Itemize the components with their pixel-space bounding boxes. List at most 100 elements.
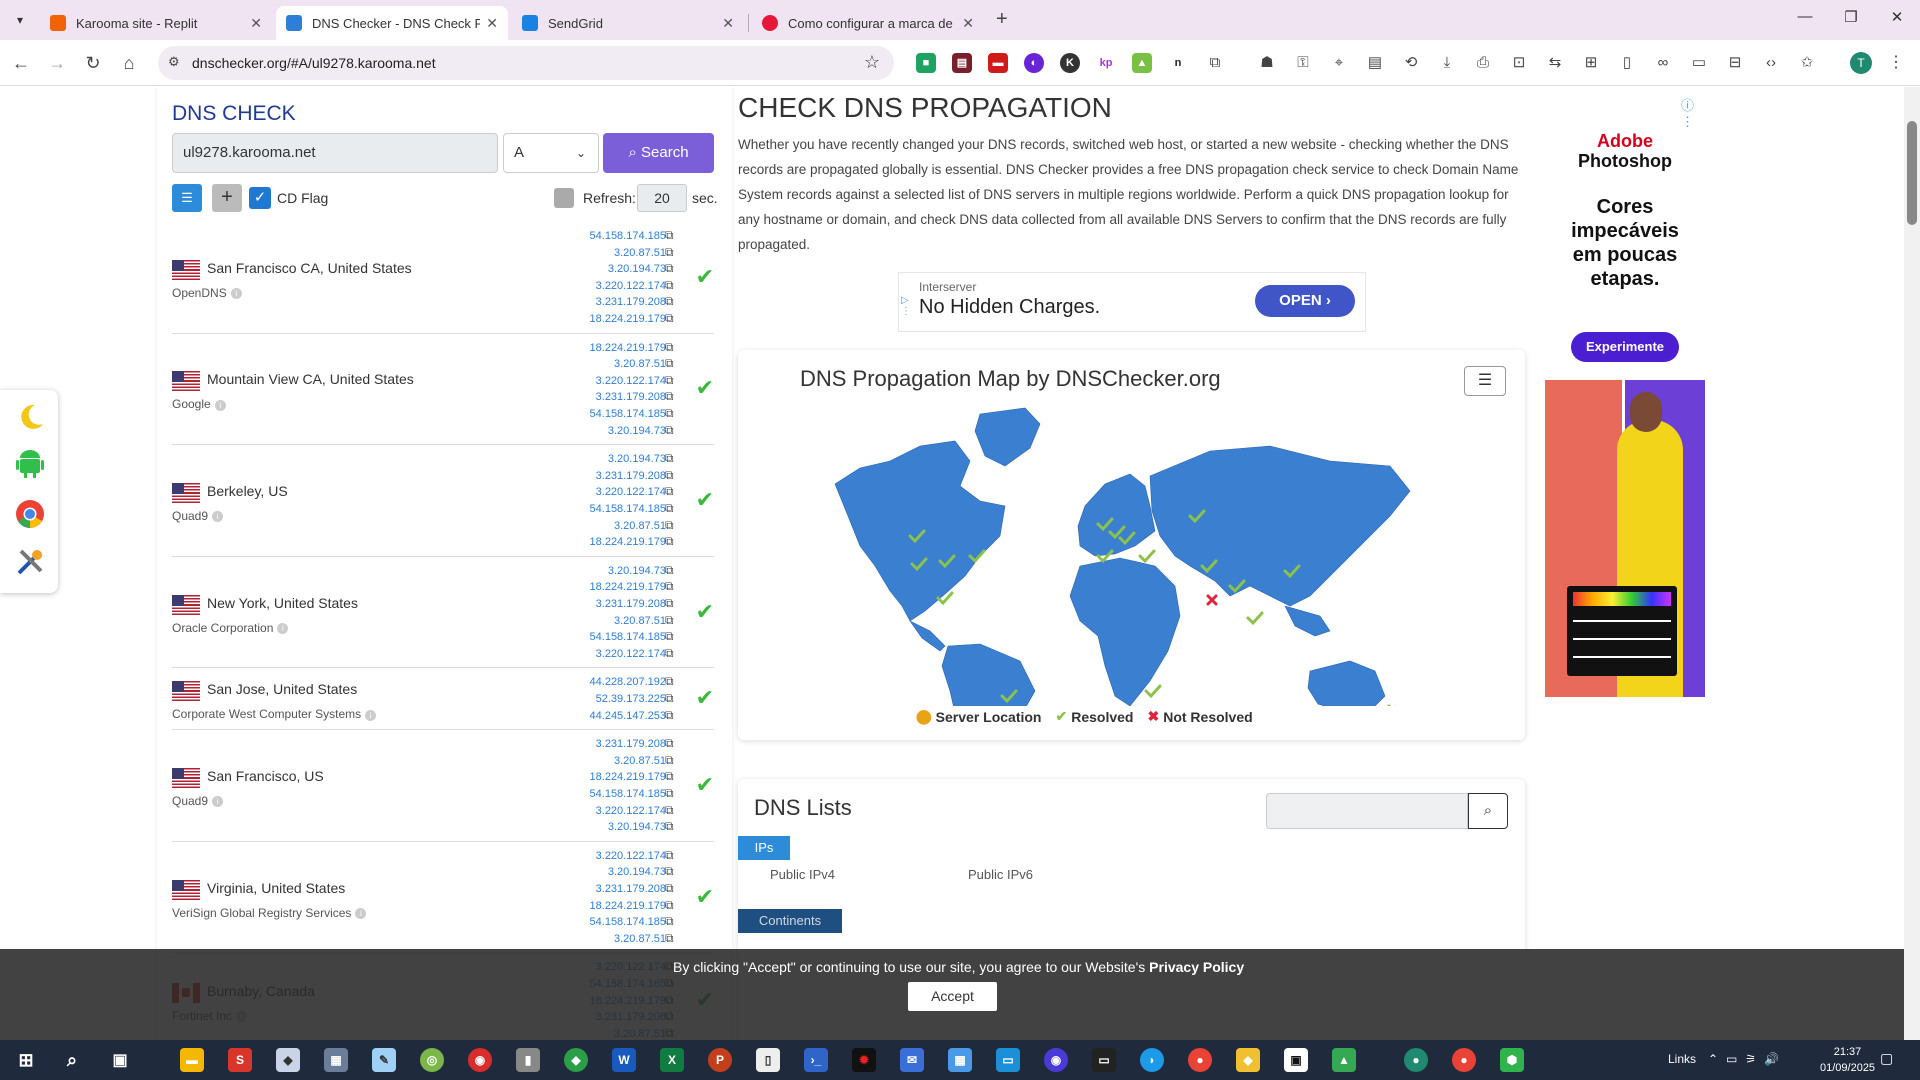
extension-icon-maroon[interactable]: ▤ [952, 53, 972, 73]
forward-button[interactable]: → [44, 50, 70, 76]
ip-address[interactable]: 44.245.147.253 [516, 708, 666, 725]
external-link-icon[interactable]: ⧉ [665, 356, 679, 371]
moon-icon[interactable] [14, 400, 46, 432]
ip-address[interactable]: 3.231.179.208 [516, 468, 666, 485]
tab-replit[interactable]: Karooma site - Replit ✕ [40, 6, 272, 40]
history-icon[interactable]: ⟲ [1400, 52, 1422, 74]
external-link-icon[interactable]: ⧉ [665, 294, 679, 309]
extension-icon-dark[interactable]: K [1060, 53, 1080, 73]
app-icon-green[interactable]: ◎ [420, 1048, 444, 1072]
app-icon-blue-doc[interactable]: ✉ [900, 1048, 924, 1072]
info-icon[interactable]: i [214, 399, 226, 411]
tab-dnschecker[interactable]: DNS Checker - DNS Check Prop ✕ [276, 6, 508, 40]
ip-address[interactable]: 3.231.179.208 [516, 596, 666, 613]
banner-ad[interactable]: ▷ ⋮ Interserver No Hidden Charges. OPEN › [898, 272, 1366, 332]
public-ipv6-option[interactable]: Public IPv6 [968, 867, 1033, 882]
info-icon[interactable]: i [212, 511, 224, 523]
external-link-icon[interactable]: ⧉ [665, 708, 679, 723]
system-tray[interactable]: ⌃▭⚞🔊 [1708, 1052, 1787, 1066]
external-link-icon[interactable]: ⧉ [665, 406, 679, 421]
options-sliders-button[interactable]: ☰ [172, 184, 202, 212]
extension-icon-purple[interactable]: ◐ [1024, 53, 1044, 73]
chrome-active-icon[interactable]: ● [1404, 1048, 1428, 1072]
home-button[interactable]: ⌂ [116, 50, 142, 76]
external-link-icon[interactable]: ⧉ [665, 629, 679, 644]
privacy-policy-link[interactable]: Privacy Policy [1149, 959, 1244, 975]
ip-address[interactable]: 3.20.194.73 [516, 864, 666, 881]
code-icon[interactable]: ‹› [1760, 52, 1782, 74]
ip-address[interactable]: 18.224.219.179 [516, 579, 666, 596]
ip-address[interactable]: 54.158.174.185 [516, 406, 666, 423]
external-link-icon[interactable]: ⧉ [665, 228, 679, 243]
ip-address[interactable]: 3.20.87.51 [516, 518, 666, 535]
external-link-icon[interactable]: ⧉ [665, 579, 679, 594]
public-ipv4-option[interactable]: Public IPv4 [770, 867, 835, 882]
external-link-icon[interactable]: ⧉ [665, 423, 679, 438]
page-scrollbar[interactable] [1904, 87, 1920, 1040]
info-icon[interactable]: i [355, 907, 367, 919]
file-explorer-icon[interactable]: ▬ [180, 1048, 204, 1072]
external-link-icon[interactable]: ⧉ [665, 501, 679, 516]
extension-icon-kp[interactable]: kp [1096, 53, 1116, 73]
link-icon[interactable]: ∞ [1652, 52, 1674, 74]
info-icon[interactable]: i [212, 796, 224, 808]
app-icon-red[interactable]: S [228, 1048, 252, 1072]
ip-address[interactable]: 18.224.219.179 [516, 898, 666, 915]
refresh-checkbox[interactable] [554, 188, 574, 208]
ip-address[interactable]: 54.158.174.185 [516, 629, 666, 646]
ip-address[interactable]: 3.20.194.73 [516, 563, 666, 580]
ip-address[interactable]: 3.20.87.51 [516, 613, 666, 630]
external-link-icon[interactable]: ⧉ [665, 596, 679, 611]
ip-address[interactable]: 3.220.122.174 [516, 373, 666, 390]
screenshot-icon[interactable]: ⊡ [1508, 52, 1530, 74]
windows-start-icon[interactable]: ⊞ [14, 1048, 38, 1072]
external-link-icon[interactable]: ⧉ [665, 691, 679, 706]
ip-address[interactable]: 54.158.174.185 [516, 914, 666, 931]
ip-address[interactable]: 54.158.174.185 [516, 501, 666, 518]
new-tab-button[interactable]: + [996, 8, 1008, 31]
ip-address[interactable]: 3.20.194.73 [516, 819, 666, 836]
extension-icon-green[interactable]: ■ [916, 53, 936, 73]
ip-address[interactable]: 3.220.122.174 [516, 278, 666, 295]
app-icon-pale[interactable]: ◆ [276, 1048, 300, 1072]
dns-lists-search-button[interactable]: ⌕ [1468, 793, 1508, 829]
hostname-input[interactable]: ul9278.karooma.net [172, 133, 498, 173]
close-icon[interactable]: ✕ [722, 15, 734, 32]
ip-address[interactable]: 18.224.219.179 [516, 311, 666, 328]
excel-icon[interactable]: X [660, 1048, 684, 1072]
incognito-icon[interactable]: ☗ [1256, 52, 1278, 74]
menu-kebab-icon[interactable]: ⋮ [1888, 52, 1904, 72]
ip-address[interactable]: 54.158.174.185 [516, 786, 666, 803]
minimize-button[interactable]: — [1790, 8, 1820, 25]
powerpoint-icon[interactable]: P [708, 1048, 732, 1072]
ip-address[interactable]: 3.220.122.174 [516, 848, 666, 865]
external-link-icon[interactable]: ⧉ [665, 736, 679, 751]
tab-ips[interactable]: IPs [738, 836, 790, 860]
ip-address[interactable]: 3.220.122.174 [516, 484, 666, 501]
chrome-icon[interactable]: ● [1188, 1048, 1212, 1072]
app-icon-violet[interactable]: ◉ [1044, 1048, 1068, 1072]
ip-address[interactable]: 3.20.87.51 [516, 931, 666, 948]
side-ad[interactable]: ⓘ ⋮ Adobe Photoshop Cores impecáveis em … [1545, 87, 1705, 697]
ip-address[interactable]: 3.231.179.208 [516, 881, 666, 898]
external-link-icon[interactable]: ⧉ [665, 786, 679, 801]
scrollbar-thumb[interactable] [1907, 121, 1917, 225]
ip-address[interactable]: 3.231.179.208 [516, 736, 666, 753]
refresh-seconds-input[interactable]: 20 [637, 184, 687, 212]
table-icon[interactable]: ⊟ [1724, 52, 1746, 74]
calculator-icon[interactable]: ▦ [324, 1048, 348, 1072]
notification-icon[interactable]: ▢ [1880, 1050, 1893, 1067]
app-icon-dark-red[interactable]: ✹ [852, 1048, 876, 1072]
app-icon-box[interactable]: ▣ [1284, 1048, 1308, 1072]
google-drive-icon[interactable]: ▲ [1332, 1048, 1356, 1072]
ip-address[interactable]: 18.224.219.179 [516, 340, 666, 357]
close-icon[interactable]: ✕ [486, 15, 498, 32]
reading-list-icon[interactable]: ▤ [1364, 52, 1386, 74]
document-icon[interactable]: ▯ [756, 1048, 780, 1072]
ip-address[interactable]: 3.231.179.208 [516, 294, 666, 311]
external-link-icon[interactable]: ⧉ [665, 278, 679, 293]
ip-address[interactable]: 3.220.122.174 [516, 646, 666, 663]
clock[interactable]: 21:37 01/09/2025 [1820, 1044, 1875, 1076]
download-icon[interactable]: ⤓ [1436, 52, 1458, 74]
extensions-puzzle-icon[interactable]: ⧉ [1204, 52, 1226, 74]
